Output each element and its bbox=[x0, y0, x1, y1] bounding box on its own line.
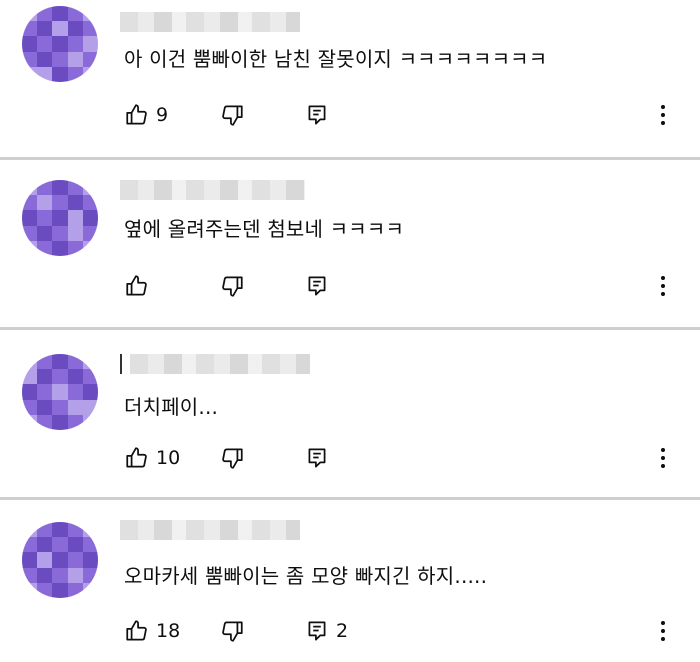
avatar[interactable] bbox=[22, 180, 98, 256]
like-count: 18 bbox=[156, 620, 181, 642]
username-blurred bbox=[120, 12, 300, 32]
reply-icon bbox=[308, 448, 326, 468]
comment-item: 더치페이... 10 bbox=[0, 330, 700, 497]
more-options-button[interactable] bbox=[657, 444, 669, 472]
comment-item: 아 이건 뿜빠이한 남친 잘못이지 ㅋㅋㅋㅋㅋㅋㅋㅋ 9 bbox=[0, 0, 700, 157]
like-button[interactable]: 9 bbox=[124, 101, 168, 129]
dislike-button[interactable] bbox=[219, 617, 245, 645]
username-blurred bbox=[120, 180, 305, 200]
like-count: 9 bbox=[156, 104, 169, 126]
more-options-button[interactable] bbox=[657, 101, 669, 129]
thumbs-down-icon bbox=[222, 448, 243, 469]
reply-icon bbox=[308, 276, 326, 296]
thumbs-up-icon bbox=[126, 447, 147, 468]
reply-button[interactable] bbox=[304, 444, 336, 472]
more-vert-icon bbox=[661, 448, 665, 468]
comment-actions: 10 bbox=[124, 444, 684, 472]
dislike-button[interactable] bbox=[219, 444, 245, 472]
dislike-button[interactable] bbox=[219, 101, 245, 129]
like-count: 10 bbox=[156, 447, 181, 469]
more-options-button[interactable] bbox=[657, 617, 669, 645]
thumbs-down-icon bbox=[222, 276, 243, 297]
more-options-button[interactable] bbox=[657, 272, 669, 300]
avatar[interactable] bbox=[22, 6, 98, 82]
avatar[interactable] bbox=[22, 522, 98, 598]
like-button[interactable]: 10 bbox=[124, 444, 180, 472]
thumbs-down-icon bbox=[222, 105, 243, 126]
comment-text: 옆에 올려주는덴 첨보네 ㅋㅋㅋㅋ bbox=[124, 217, 405, 241]
avatar[interactable] bbox=[22, 354, 98, 430]
username-cursor bbox=[120, 354, 122, 374]
dislike-button[interactable] bbox=[219, 272, 245, 300]
username-blurred bbox=[130, 354, 310, 374]
thumbs-up-icon bbox=[126, 275, 147, 296]
thumbs-down-icon bbox=[222, 621, 243, 642]
comment-item: 오마카세 뿜빠이는 좀 모양 빠지긴 하지..... 18 2 bbox=[0, 500, 700, 662]
more-vert-icon bbox=[661, 276, 665, 296]
reply-count: 2 bbox=[336, 620, 349, 642]
comment-actions bbox=[124, 272, 684, 300]
more-vert-icon bbox=[661, 105, 665, 125]
more-vert-icon bbox=[661, 621, 665, 641]
reply-icon bbox=[308, 105, 326, 125]
like-button[interactable]: 18 bbox=[124, 617, 180, 645]
reply-icon bbox=[308, 621, 326, 641]
comment-actions: 18 2 bbox=[124, 617, 684, 645]
comment-text: 아 이건 뿜빠이한 남친 잘못이지 ㅋㅋㅋㅋㅋㅋㅋㅋ bbox=[124, 47, 548, 71]
reply-button[interactable] bbox=[304, 101, 336, 129]
reply-button[interactable] bbox=[304, 272, 336, 300]
comment-actions: 9 bbox=[124, 101, 684, 129]
comment-text: 더치페이... bbox=[124, 395, 219, 419]
thumbs-up-icon bbox=[126, 104, 147, 125]
thumbs-up-icon bbox=[126, 620, 147, 641]
reply-button[interactable]: 2 bbox=[304, 617, 348, 645]
like-button[interactable] bbox=[124, 272, 156, 300]
username-blurred bbox=[120, 520, 300, 540]
comment-item: 옆에 올려주는덴 첨보네 ㅋㅋㅋㅋ bbox=[0, 160, 700, 327]
comment-text: 오마카세 뿜빠이는 좀 모양 빠지긴 하지..... bbox=[124, 564, 488, 588]
